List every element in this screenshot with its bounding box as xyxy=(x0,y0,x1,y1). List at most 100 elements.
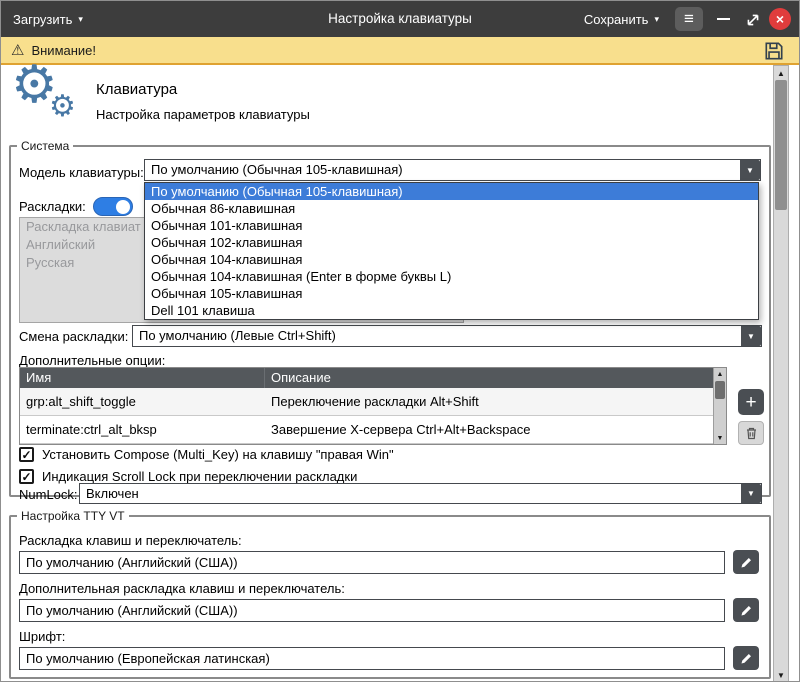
close-button[interactable]: × xyxy=(769,8,791,30)
vertical-scrollbar[interactable]: ▲ ▼ xyxy=(773,65,789,682)
dropdown-arrow-button[interactable]: ▼ xyxy=(741,484,761,503)
column-header-desc: Описание xyxy=(265,368,713,388)
minimize-button[interactable] xyxy=(713,8,733,30)
tty-font-label: Шрифт: xyxy=(19,629,65,644)
tty-extra-layout-label: Дополнительная раскладка клавиш и перекл… xyxy=(19,581,345,596)
compose-checkbox-label: Установить Compose (Multi_Key) на клавиш… xyxy=(42,447,394,462)
plus-icon: + xyxy=(745,393,756,412)
page-subtitle: Настройка параметров клавиатуры xyxy=(96,107,310,122)
keyboard-model-select[interactable]: По умолчанию (Обычная 105-клавишная) ▼ xyxy=(144,159,761,181)
gear-icon: ⚙ xyxy=(49,89,76,124)
toggle-knob xyxy=(116,200,130,214)
dropdown-option[interactable]: Обычная 102-клавишная xyxy=(145,234,758,251)
layouts-toggle[interactable] xyxy=(93,197,133,216)
cell-option-desc: Завершение X-сервера Ctrl+Alt+Backspace xyxy=(265,416,713,444)
trash-icon xyxy=(745,426,758,440)
keyboard-model-value: По умолчанию (Обычная 105-клавишная) xyxy=(145,160,740,180)
extra-options-label: Дополнительные опции: xyxy=(19,353,165,368)
save-menu-button[interactable]: Сохранить ▾ xyxy=(584,1,659,37)
expand-icon xyxy=(745,12,761,28)
expand-button[interactable] xyxy=(745,12,761,28)
tty-extra-layout-input[interactable] xyxy=(19,599,725,622)
arrow-up-icon: ▲ xyxy=(717,371,724,378)
warning-bar: ⚠ Внимание! xyxy=(1,37,799,65)
layout-switch-select[interactable]: По умолчанию (Левые Ctrl+Shift) ▼ xyxy=(132,325,762,347)
pencil-icon xyxy=(740,604,753,617)
hamburger-icon: ≡ xyxy=(684,9,694,29)
model-dropdown-popup: По умолчанию (Обычная 105-клавишная) Обы… xyxy=(144,182,759,320)
cell-option-name: grp:alt_shift_toggle xyxy=(20,388,265,416)
edit-tty-extra-layout-button[interactable] xyxy=(733,598,759,622)
titlebar: Загрузить ▾ Настройка клавиатуры Сохрани… xyxy=(1,1,799,37)
tty-section: Настройка TTY VT Раскладка клавиш и пере… xyxy=(9,509,771,679)
chevron-down-icon: ▼ xyxy=(747,489,755,498)
dropdown-option[interactable]: Обычная 101-клавишная xyxy=(145,217,758,234)
arrow-down-icon: ▼ xyxy=(777,671,785,680)
hamburger-menu-button[interactable]: ≡ xyxy=(675,7,703,31)
dropdown-arrow-button[interactable]: ▼ xyxy=(741,326,761,346)
numlock-value: Включен xyxy=(80,484,741,503)
column-header-name: Имя xyxy=(20,368,265,388)
scrolllock-checkbox-row: ✓ Индикация Scroll Lock при переключении… xyxy=(19,469,357,484)
tty-layout-label: Раскладка клавиш и переключатель: xyxy=(19,533,242,548)
tty-font-input[interactable] xyxy=(19,647,725,670)
layout-switch-value: По умолчанию (Левые Ctrl+Shift) xyxy=(133,326,741,346)
chevron-down-icon: ▾ xyxy=(654,15,659,24)
load-menu-button[interactable]: Загрузить ▾ xyxy=(13,1,83,37)
window-title: Настройка клавиатуры xyxy=(328,1,472,37)
floppy-disk-icon xyxy=(763,40,785,62)
dropdown-option[interactable]: Обычная 86-клавишная xyxy=(145,200,758,217)
system-section: Система Модель клавиатуры: По умолчанию … xyxy=(9,139,771,497)
dropdown-option[interactable]: Обычная 104-клавишная xyxy=(145,251,758,268)
load-menu-label: Загрузить xyxy=(13,12,72,27)
scrollbar-thumb[interactable] xyxy=(775,80,787,210)
pencil-icon xyxy=(740,556,753,569)
delete-option-button[interactable] xyxy=(738,421,764,445)
table-row[interactable]: terminate:ctrl_alt_bksp Завершение X-сер… xyxy=(20,416,713,444)
cell-option-desc: Переключение раскладки Alt+Shift xyxy=(265,388,713,416)
save-file-button[interactable] xyxy=(763,40,785,62)
compose-checkbox[interactable]: ✓ xyxy=(19,447,34,462)
compose-checkbox-row: ✓ Установить Compose (Multi_Key) на клав… xyxy=(19,447,394,462)
scroll-up-button[interactable]: ▲ xyxy=(774,66,788,80)
options-table: Имя Описание grp:alt_shift_toggle Перекл… xyxy=(19,367,727,445)
dropdown-option[interactable]: Обычная 105-клавишная xyxy=(145,285,758,302)
close-icon: × xyxy=(776,12,784,26)
pencil-icon xyxy=(740,652,753,665)
arrow-up-icon: ▲ xyxy=(777,69,785,78)
keyboard-model-label: Модель клавиатуры: xyxy=(19,165,144,180)
dropdown-option[interactable]: Обычная 104-клавишная (Enter в форме бук… xyxy=(145,268,758,285)
check-icon: ✓ xyxy=(21,448,31,462)
dropdown-option[interactable]: Dell 101 клавиша xyxy=(145,302,758,319)
numlock-select[interactable]: Включен ▼ xyxy=(79,483,762,504)
table-scrollbar-thumb[interactable] xyxy=(715,381,725,399)
numlock-label: NumLock: xyxy=(19,487,78,502)
arrow-down-icon: ▼ xyxy=(717,435,724,442)
chevron-down-icon: ▼ xyxy=(746,166,754,175)
keyboard-settings-icon: ⚙ ⚙ xyxy=(9,69,89,131)
edit-tty-layout-button[interactable] xyxy=(733,550,759,574)
tty-layout-input[interactable] xyxy=(19,551,725,574)
scrolllock-checkbox[interactable]: ✓ xyxy=(19,469,34,484)
dropdown-arrow-button[interactable]: ▼ xyxy=(740,160,760,180)
table-row[interactable]: grp:alt_shift_toggle Переключение раскла… xyxy=(20,388,713,416)
dropdown-option[interactable]: По умолчанию (Обычная 105-клавишная) xyxy=(145,183,758,200)
save-menu-label: Сохранить xyxy=(584,12,649,27)
cell-option-name: terminate:ctrl_alt_bksp xyxy=(20,416,265,444)
add-option-button[interactable]: + xyxy=(738,389,764,415)
table-scroll-down-button[interactable]: ▼ xyxy=(714,432,726,444)
chevron-down-icon: ▼ xyxy=(747,332,755,341)
chevron-down-icon: ▾ xyxy=(78,15,83,24)
table-scrollbar[interactable]: ▲ ▼ xyxy=(713,368,726,444)
keyboard-settings-window: Загрузить ▾ Настройка клавиатуры Сохрани… xyxy=(0,0,800,682)
minimize-icon xyxy=(717,18,730,20)
table-scroll-up-button[interactable]: ▲ xyxy=(714,368,726,380)
table-header: Имя Описание xyxy=(20,368,713,388)
scroll-down-button[interactable]: ▼ xyxy=(774,668,788,682)
page-title: Клавиатура xyxy=(96,81,177,98)
layout-switch-label: Смена раскладки: xyxy=(19,329,128,344)
check-icon: ✓ xyxy=(21,470,31,484)
layouts-label: Раскладки: xyxy=(19,199,86,214)
scrolllock-checkbox-label: Индикация Scroll Lock при переключении р… xyxy=(42,469,357,484)
edit-tty-font-button[interactable] xyxy=(733,646,759,670)
